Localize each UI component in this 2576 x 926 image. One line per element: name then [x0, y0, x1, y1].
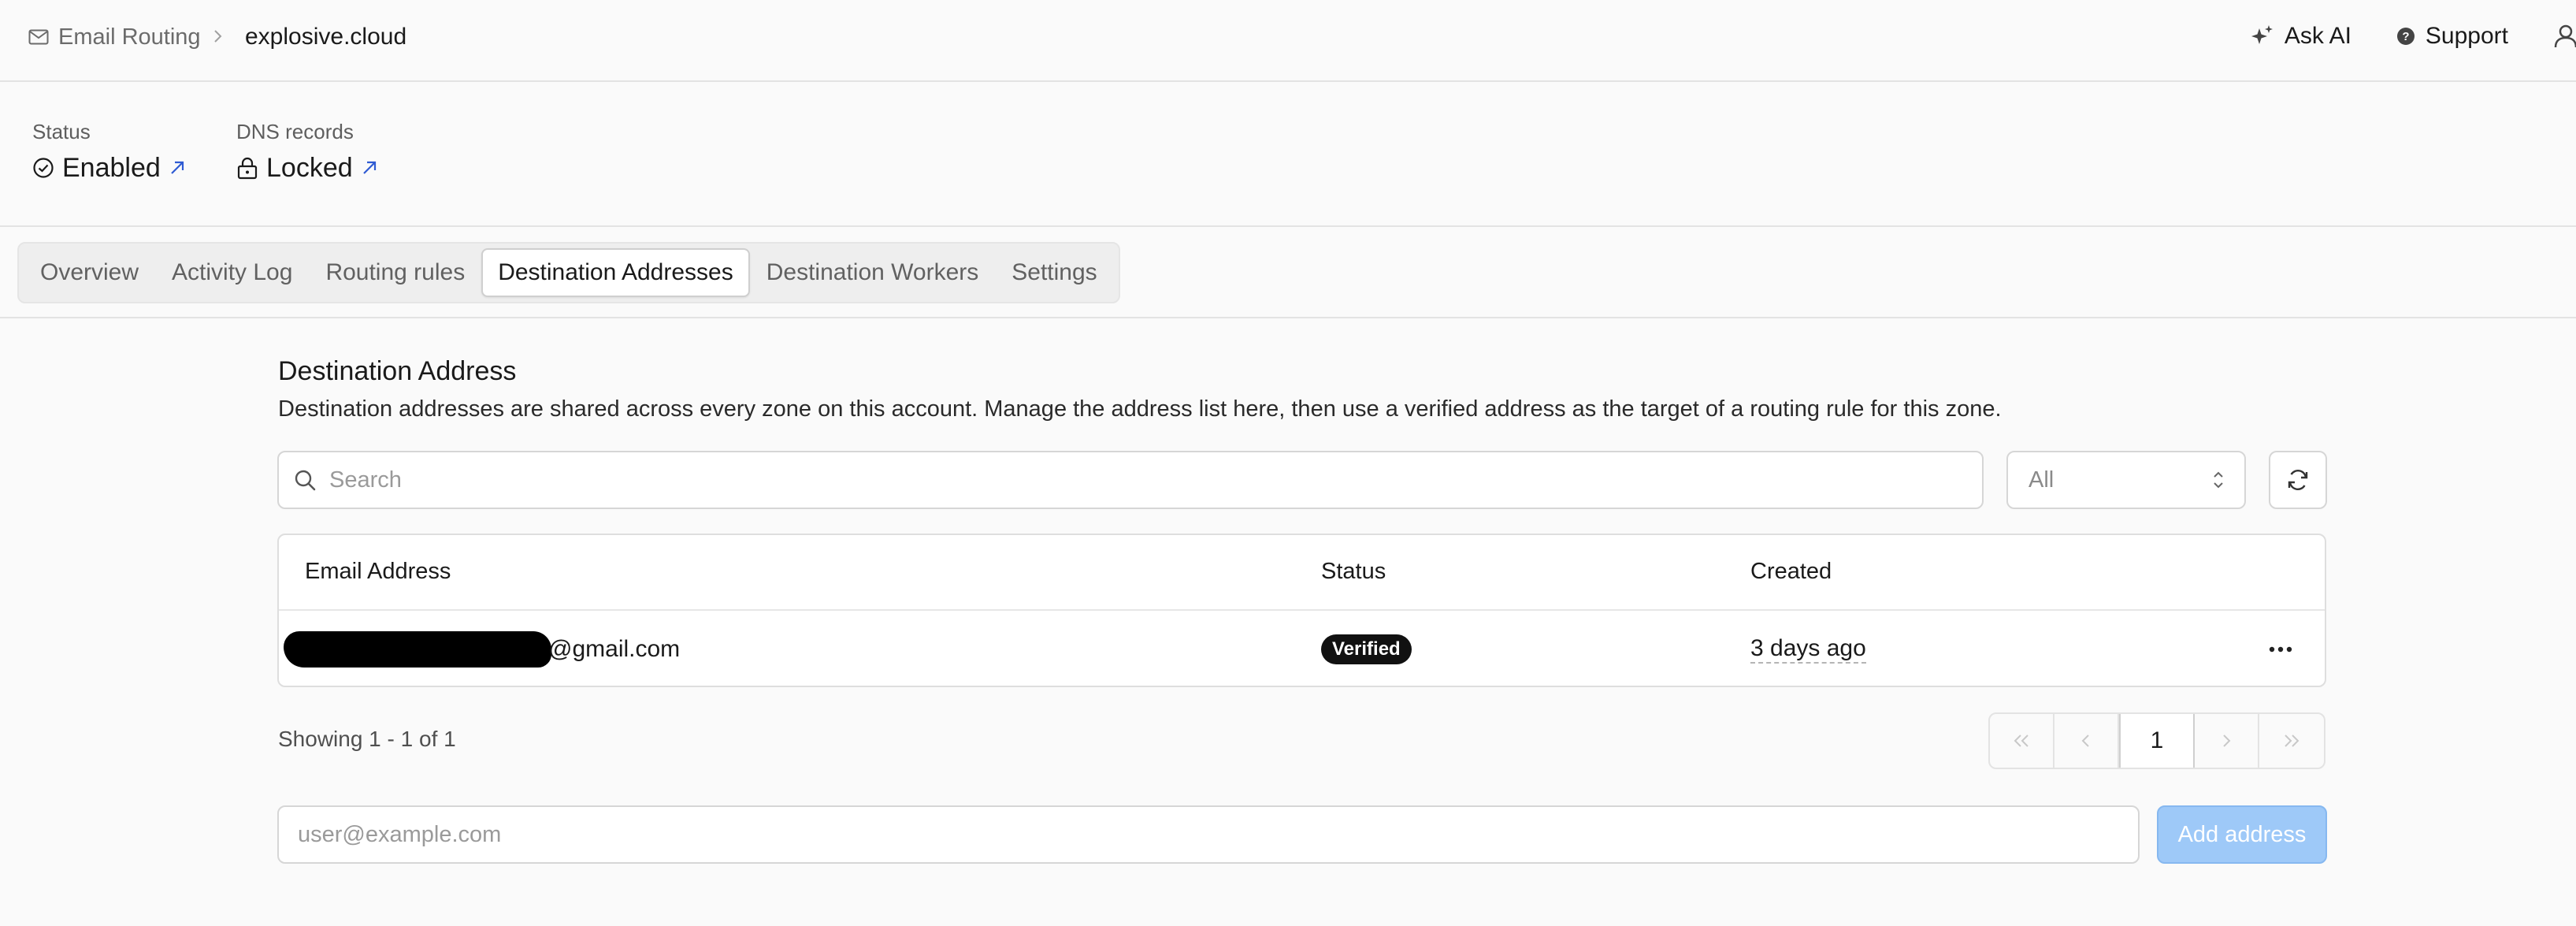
- page-1-button[interactable]: 1: [2119, 714, 2195, 768]
- previous-page-button[interactable]: [2054, 714, 2119, 768]
- chevron-up-down-icon: [2211, 468, 2225, 492]
- new-address-input[interactable]: [298, 821, 2110, 848]
- chevron-right-icon: [213, 24, 224, 48]
- add-address-button[interactable]: Add address: [2157, 805, 2327, 864]
- search-field[interactable]: [277, 451, 1984, 509]
- search-icon: [293, 468, 317, 492]
- status-cell: Verified: [1321, 611, 1412, 686]
- email-cell: @gmail.com: [279, 611, 1224, 686]
- dns-records-value: Locked: [236, 151, 378, 184]
- help-circle-icon: ?: [2396, 26, 2416, 46]
- arrow-up-right-icon[interactable]: [361, 159, 378, 177]
- pagination: 1: [1988, 712, 2325, 769]
- support-button[interactable]: ? Support: [2396, 17, 2508, 55]
- status-badge: Verified: [1321, 634, 1412, 664]
- user-menu-button[interactable]: [2552, 17, 2576, 55]
- redaction-mark: [284, 631, 551, 668]
- ask-ai-button[interactable]: Ask AI: [2250, 17, 2351, 55]
- destination-address-table: Email Address Status Created @gmail.com …: [277, 534, 2326, 687]
- tab-destination-addresses[interactable]: Destination Addresses: [481, 248, 750, 297]
- chevron-right-icon: [2220, 732, 2233, 749]
- breadcrumb-email-routing[interactable]: Email Routing: [28, 21, 201, 53]
- status-label: Status: [32, 120, 91, 143]
- tab-activity-log[interactable]: Activity Log: [155, 248, 309, 297]
- refresh-icon: [2285, 467, 2311, 493]
- add-address-field[interactable]: [277, 805, 2140, 864]
- refresh-button[interactable]: [2269, 451, 2327, 509]
- chevrons-left-icon: [2011, 732, 2032, 749]
- chevron-left-icon: [2080, 732, 2092, 749]
- status-value: Enabled: [32, 151, 186, 184]
- column-header-email: Email Address: [305, 559, 451, 584]
- search-input[interactable]: [329, 467, 1944, 493]
- email-address-text: @gmail.com: [548, 635, 681, 662]
- table-header: Email Address Status Created: [279, 535, 2325, 611]
- chevrons-right-icon: [2281, 732, 2302, 749]
- header-actions: Ask AI ? Support: [2250, 17, 2576, 55]
- zone-status-panel: Status Enabled DNS records Locked: [0, 82, 2576, 227]
- lock-icon: [236, 156, 258, 180]
- tab-destination-workers[interactable]: Destination Workers: [750, 248, 996, 297]
- dns-records-label: DNS records: [236, 120, 354, 143]
- column-header-status: Status: [1321, 559, 1386, 584]
- sparkle-icon: [2250, 24, 2275, 49]
- created-relative-time[interactable]: 3 days ago: [1750, 635, 1866, 664]
- tab-routing-rules[interactable]: Routing rules: [309, 248, 481, 297]
- mail-icon: [28, 29, 49, 45]
- section-title: Destination Address: [278, 356, 517, 386]
- user-icon: [2552, 24, 2576, 49]
- svg-text:?: ?: [2402, 30, 2409, 43]
- created-cell: 3 days ago: [1750, 611, 1866, 686]
- status-filter-select[interactable]: All: [2006, 451, 2246, 509]
- arrow-up-right-icon[interactable]: [169, 159, 186, 177]
- ask-ai-label: Ask AI: [2284, 23, 2351, 49]
- section-description: Destination addresses are shared across …: [278, 396, 2002, 422]
- breadcrumb-current-zone: explosive.cloud: [245, 24, 407, 50]
- last-page-button[interactable]: [2259, 714, 2324, 768]
- tab-bar: Overview Activity Log Routing rules Dest…: [17, 242, 1120, 303]
- support-label: Support: [2425, 23, 2508, 49]
- more-horizontal-icon: [2269, 646, 2292, 653]
- dns-locked-link[interactable]: Locked: [266, 153, 353, 184]
- next-page-button[interactable]: [2195, 714, 2259, 768]
- divider: [0, 317, 2576, 318]
- row-actions-button[interactable]: [2262, 631, 2299, 668]
- check-circle-icon: [32, 157, 54, 179]
- table-row: @gmail.com Verified 3 days ago: [279, 611, 2325, 686]
- tab-settings[interactable]: Settings: [995, 248, 1113, 297]
- tab-overview[interactable]: Overview: [24, 248, 155, 297]
- first-page-button[interactable]: [1990, 714, 2054, 768]
- filter-selected-value: All: [2029, 467, 2054, 493]
- column-header-created: Created: [1750, 559, 1832, 584]
- pagination-summary: Showing 1 - 1 of 1: [278, 727, 456, 751]
- status-enabled-link[interactable]: Enabled: [62, 153, 161, 184]
- top-bar: Email Routing explosive.cloud Ask AI ? S…: [0, 0, 2576, 82]
- breadcrumb-app-label: Email Routing: [58, 24, 201, 50]
